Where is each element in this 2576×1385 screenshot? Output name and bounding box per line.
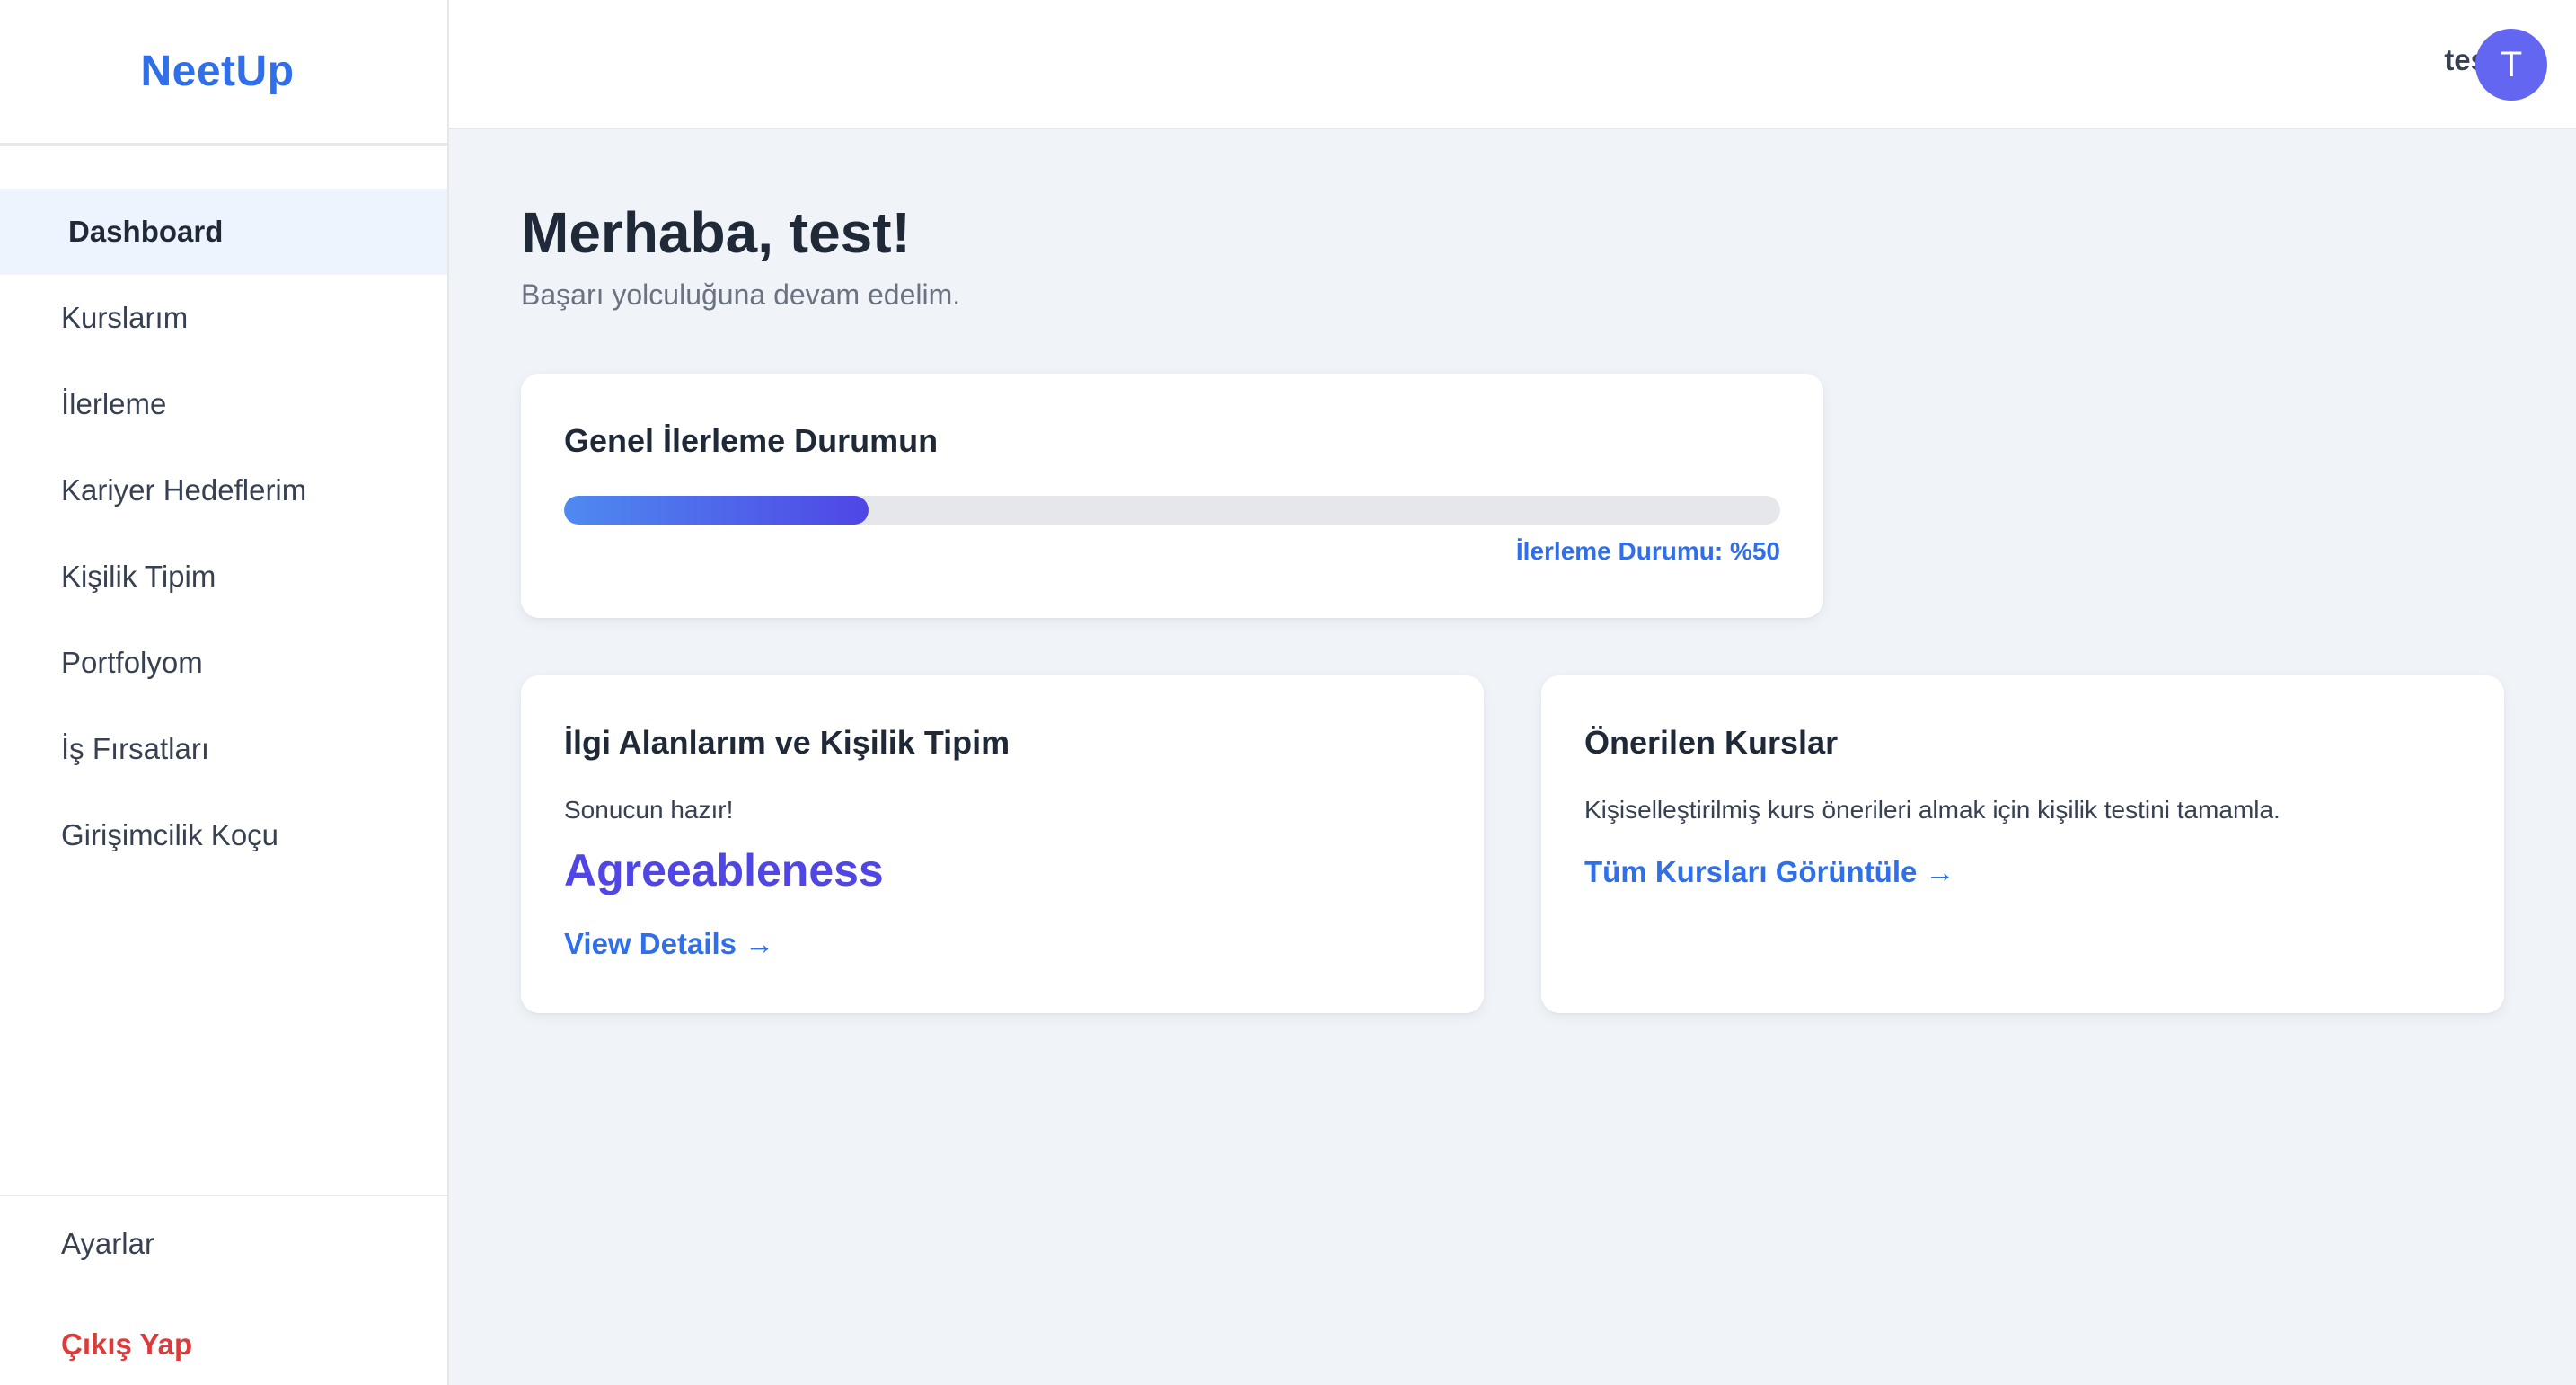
- view-all-courses-link[interactable]: Tüm Kursları Görüntüle →: [1584, 855, 1955, 889]
- recommended-courses-card: Önerilen Kurslar Kişiselleştirilmiş kurs…: [1541, 675, 2504, 1013]
- result-ready-text: Sonucun hazır!: [564, 796, 734, 824]
- recommended-courses-text: Kişiselleştirilmiş kurs önerileri almak …: [1584, 796, 2280, 824]
- sidebar-footer: Ayarlar Çıkış Yap: [0, 1195, 447, 1385]
- sidebar-item-courses[interactable]: Kurslarım: [0, 275, 447, 361]
- top-header: test T: [449, 0, 2576, 129]
- interest-card-title: İlgi Alanlarım ve Kişilik Tipim: [564, 724, 1010, 761]
- view-details-link[interactable]: View Details →: [564, 927, 774, 961]
- page-subtitle: Başarı yolculuğuna devam edelim.: [521, 278, 961, 311]
- logo-area: NeetUp: [0, 0, 447, 146]
- progress-bar: [564, 496, 1780, 525]
- logo[interactable]: NeetUp: [140, 47, 294, 96]
- sidebar: NeetUp Dashboard Kurslarım İlerleme Kari…: [0, 0, 449, 1385]
- logout-button[interactable]: Çıkış Yap: [61, 1328, 192, 1362]
- sidebar-item-dashboard[interactable]: Dashboard: [0, 189, 447, 275]
- personality-result: Agreeableness: [564, 845, 884, 895]
- avatar[interactable]: T: [2475, 29, 2547, 101]
- sidebar-item-personality[interactable]: Kişilik Tipim: [0, 534, 447, 620]
- sidebar-item-portfolio[interactable]: Portfolyom: [0, 620, 447, 706]
- sidebar-nav: Dashboard Kurslarım İlerleme Kariyer Hed…: [0, 189, 447, 878]
- sidebar-item-entrepreneurship-coach[interactable]: Girişimcilik Koçu: [0, 792, 447, 878]
- sidebar-item-progress[interactable]: İlerleme: [0, 361, 447, 447]
- progress-bar-fill: [564, 496, 869, 525]
- sidebar-item-settings[interactable]: Ayarlar: [61, 1227, 154, 1261]
- recommended-courses-title: Önerilen Kurslar: [1584, 724, 1839, 761]
- progress-label: İlerleme Durumu: %50: [1515, 537, 1780, 565]
- page-title: Merhaba, test!: [521, 200, 911, 265]
- interest-card: İlgi Alanlarım ve Kişilik Tipim Sonucun …: [521, 675, 1484, 1013]
- user-name: test: [2444, 43, 2497, 76]
- progress-card-title: Genel İlerleme Durumun: [564, 422, 939, 459]
- app-root: NeetUp Dashboard Kurslarım İlerleme Kari…: [0, 0, 2576, 1385]
- sidebar-item-jobs[interactable]: İş Fırsatları: [0, 706, 447, 792]
- sidebar-item-career-goals[interactable]: Kariyer Hedeflerim: [0, 447, 447, 534]
- progress-card: Genel İlerleme Durumun İlerleme Durumu: …: [521, 374, 1823, 618]
